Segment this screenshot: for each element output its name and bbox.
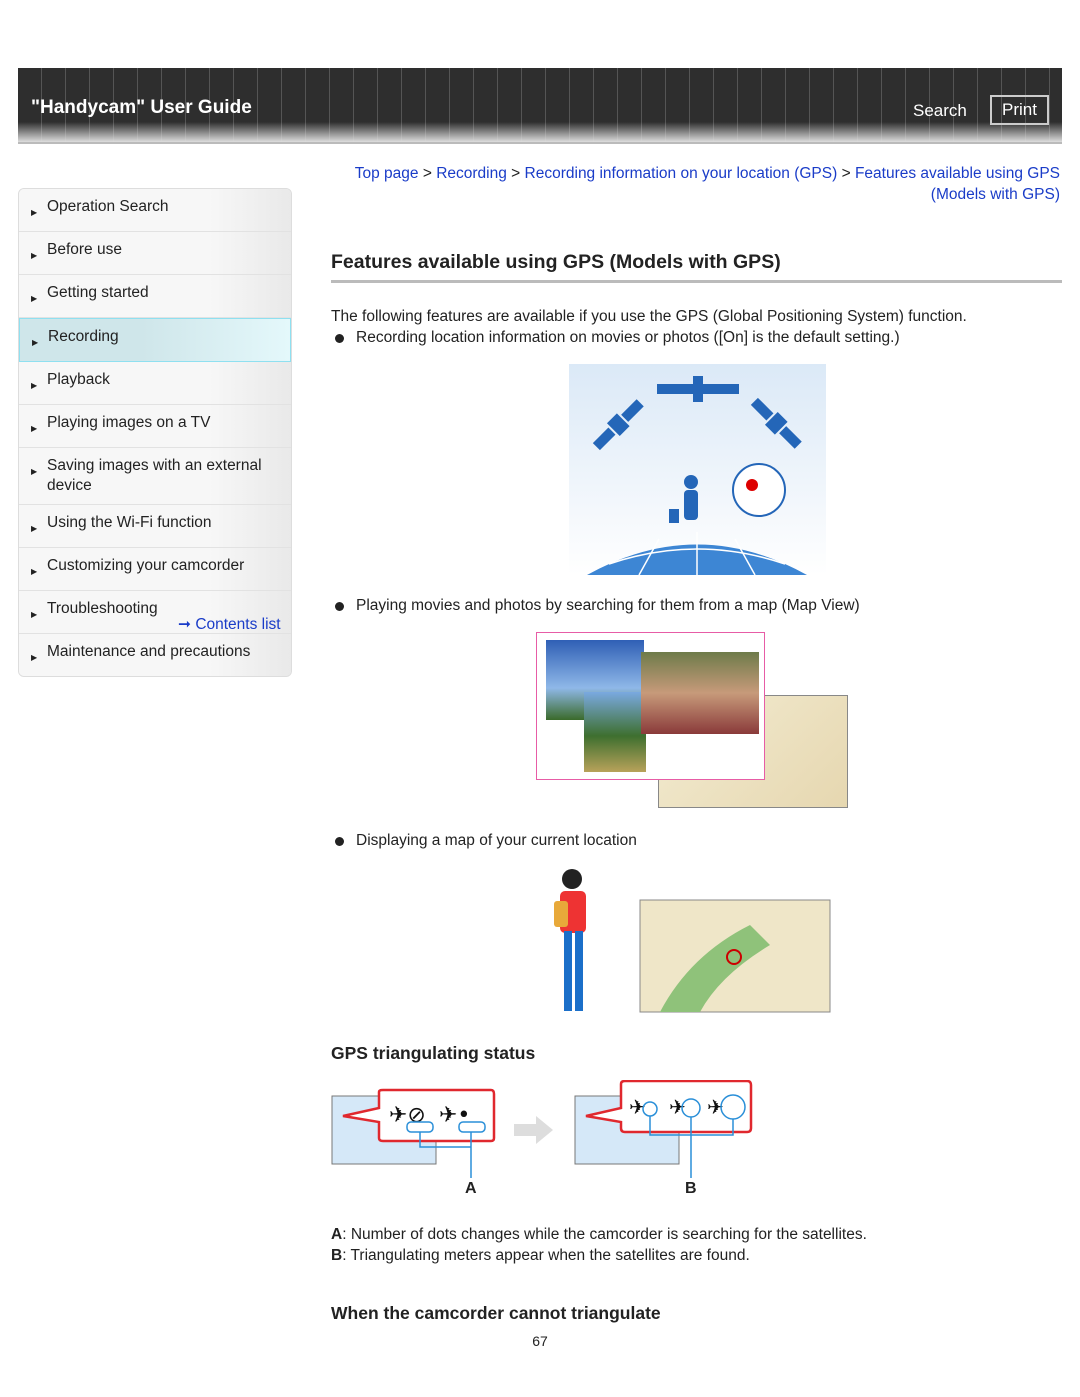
section-heading-gps-status: GPS triangulating status	[331, 1043, 536, 1063]
header-bar: "Handycam" User Guide Search Print	[18, 68, 1062, 144]
bullet-text: Playing movies and photos by searching f…	[356, 597, 860, 614]
gps-satellite-illustration	[569, 364, 826, 575]
triangle-right-icon: ▶	[31, 653, 38, 662]
intro-text: The following features are available if …	[331, 308, 967, 325]
sidebar-item-maintenance[interactable]: ▶ Maintenance and precautions	[19, 634, 291, 676]
sidebar-item-label: Using the Wi-Fi function	[47, 514, 212, 531]
sidebar-item-saving-images[interactable]: ▶ Saving images with an external device	[19, 448, 291, 505]
sidebar-item-recording[interactable]: ▶ Recording	[19, 318, 291, 362]
sidebar-item-label: Playback	[47, 371, 110, 388]
sidebar-item-playing-on-tv[interactable]: ▶ Playing images on a TV	[19, 405, 291, 448]
contents-list-link[interactable]: ➞ Contents list	[178, 615, 281, 634]
bullet-item: Recording location information on movies…	[334, 329, 900, 347]
map-view-illustration	[536, 632, 848, 808]
breadcrumb-separator: >	[837, 165, 855, 182]
label-b: B	[685, 1180, 697, 1197]
page-title: Features available using GPS (Models wit…	[331, 251, 781, 273]
sidebar-item-label: Before use	[47, 241, 122, 258]
bullet-text: Recording location information on movies…	[356, 329, 900, 346]
desc-b: B: Triangulating meters appear when the …	[331, 1247, 750, 1265]
label-a: A	[465, 1180, 477, 1197]
sidebar-item-label: Recording	[48, 328, 119, 345]
breadcrumb-separator: >	[506, 165, 525, 182]
title-divider	[331, 280, 1062, 283]
arrow-right-icon: ➞	[178, 616, 191, 633]
svg-text:✈: ✈	[669, 1095, 686, 1119]
triangle-right-icon: ▶	[31, 381, 38, 390]
sidebar-item-label: Getting started	[47, 284, 149, 301]
sidebar-item-wifi[interactable]: ▶ Using the Wi-Fi function	[19, 505, 291, 548]
sidebar-item-customizing[interactable]: ▶ Customizing your camcorder	[19, 548, 291, 591]
sidebar-item-getting-started[interactable]: ▶ Getting started	[19, 275, 291, 318]
sidebar-item-label: Troubleshooting	[47, 600, 158, 617]
triangle-right-icon: ▶	[32, 338, 39, 347]
app-title: "Handycam" User Guide	[31, 97, 252, 118]
svg-text:✈•: ✈•	[439, 1103, 470, 1128]
sidebar-item-playback[interactable]: ▶ Playback	[19, 362, 291, 405]
sidebar-nav: ▶ Operation Search ▶ Before use ▶ Getting s…	[18, 188, 292, 677]
sidebar-item-label: Maintenance and precautions	[47, 643, 251, 660]
bullet-icon	[335, 334, 344, 343]
bullet-icon	[335, 602, 344, 611]
triangle-right-icon: ▶	[31, 467, 38, 476]
bullet-item: Playing movies and photos by searching f…	[334, 597, 860, 615]
gps-status-diagram: ✈⊘ ✈• ✈ ✈ ✈ A B	[331, 1080, 756, 1200]
breadcrumb-separator: >	[418, 165, 437, 182]
sidebar-item-label: Customizing your camcorder	[47, 557, 245, 574]
desc-b-text: : Triangulating meters appear when the s…	[342, 1247, 750, 1264]
sidebar-item-label: Operation Search	[47, 198, 169, 215]
bullet-icon	[335, 837, 344, 846]
triangle-right-icon: ▶	[31, 294, 38, 303]
bullet-text: Displaying a map of your current locatio…	[356, 832, 637, 849]
page-number: 67	[532, 1333, 548, 1349]
contents-list-label: Contents list	[195, 616, 281, 633]
triangle-right-icon: ▶	[31, 610, 38, 619]
desc-b-key: B	[331, 1247, 343, 1264]
breadcrumb-recording[interactable]: Recording	[436, 165, 507, 182]
current-location-illustration	[550, 865, 832, 1022]
desc-a-text: : Number of dots changes while the camco…	[342, 1226, 867, 1243]
sidebar-item-label: Saving images with an external device	[47, 457, 262, 494]
sidebar-item-before-use[interactable]: ▶ Before use	[19, 232, 291, 275]
desc-a: A: Number of dots changes while the camc…	[331, 1226, 867, 1244]
print-button[interactable]: Print	[990, 95, 1049, 125]
triangle-right-icon: ▶	[31, 251, 38, 260]
triangle-right-icon: ▶	[31, 424, 38, 433]
bullet-item: Displaying a map of your current locatio…	[334, 832, 637, 850]
triangle-right-icon: ▶	[31, 208, 38, 217]
breadcrumb-top-page[interactable]: Top page	[355, 165, 419, 182]
triangle-right-icon: ▶	[31, 524, 38, 533]
desc-a-key: A	[331, 1226, 343, 1243]
breadcrumb: Top page > Recording > Recording informa…	[330, 163, 1060, 205]
breadcrumb-gps-info[interactable]: Recording information on your location (…	[525, 165, 838, 182]
triangle-right-icon: ▶	[31, 567, 38, 576]
section-heading-cannot-triangulate: When the camcorder cannot triangulate	[331, 1303, 661, 1323]
sidebar-item-label: Playing images on a TV	[47, 414, 211, 431]
sidebar-item-operation-search[interactable]: ▶ Operation Search	[19, 189, 291, 232]
search-button[interactable]: Search	[913, 101, 967, 121]
breadcrumb-current[interactable]: Features available using GPS (Models wit…	[855, 165, 1060, 203]
